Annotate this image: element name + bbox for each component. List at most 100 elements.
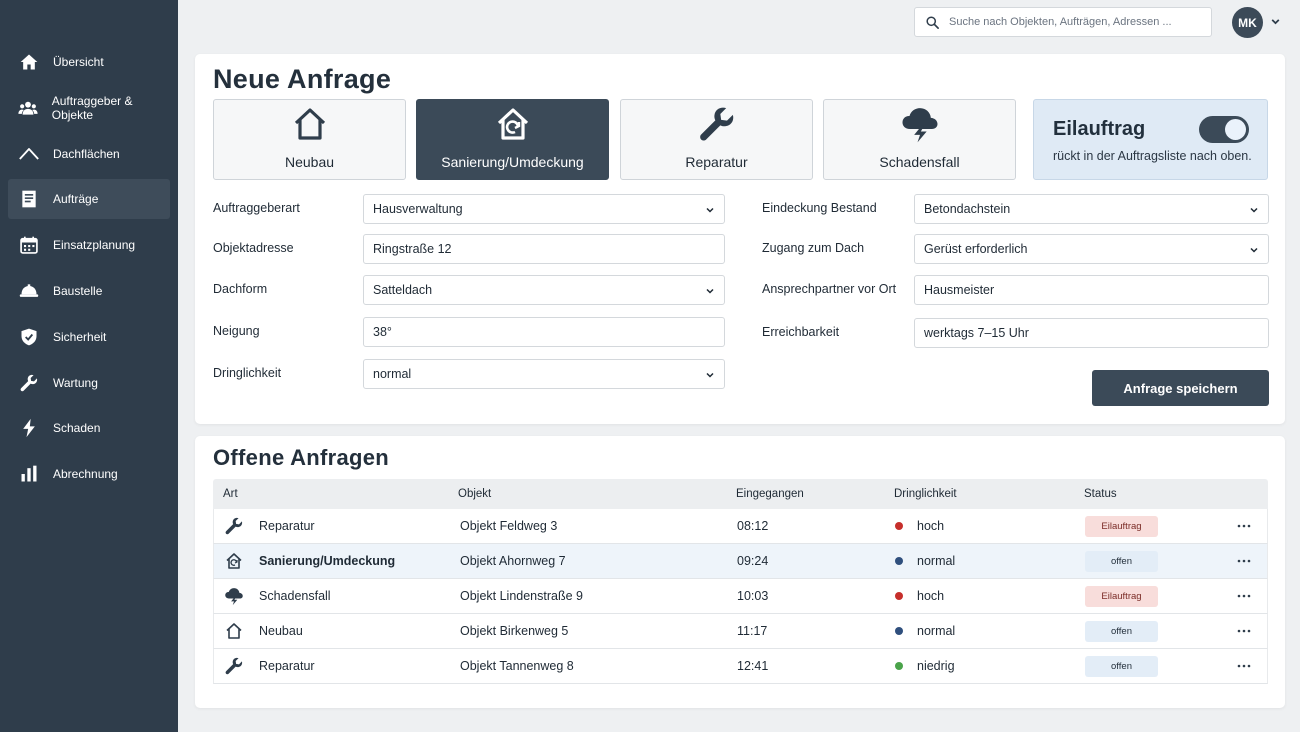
- dringlichkeit-select[interactable]: normal: [363, 359, 725, 389]
- eindeckung-bestand-select[interactable]: Betondachstein: [914, 194, 1269, 224]
- request-object: Objekt Feldweg 3: [460, 519, 558, 533]
- document-icon: [18, 188, 40, 210]
- type-tile-sanierung-umdeckung[interactable]: Sanierung/Umdeckung: [416, 99, 609, 180]
- sidebar-item-baustelle[interactable]: Baustelle: [8, 271, 170, 311]
- urgency-dot: [895, 662, 903, 670]
- select-value: Satteldach: [373, 283, 433, 297]
- sidebar: Übersicht Auftraggeber & Objekte Dachfläch…: [0, 0, 178, 732]
- avatar[interactable]: MK: [1232, 7, 1263, 38]
- type-tile-label: Schadensfall: [879, 154, 960, 170]
- sidebar-item-label: Auftraggeber & Objekte: [51, 93, 133, 122]
- neigung-field[interactable]: [363, 317, 725, 347]
- type-tile-label: Sanierung/Umdeckung: [441, 154, 584, 170]
- chevron-down-icon: [1250, 207, 1258, 213]
- type-tile-reparatur[interactable]: Reparatur: [620, 99, 813, 180]
- urgency-label: hoch: [917, 589, 945, 603]
- table-row[interactable]: Neubau Objekt Birkenweg 5 11:17 normal offen: [213, 614, 1268, 649]
- status-badge: offen: [1085, 551, 1158, 572]
- neigung-input[interactable]: [373, 325, 724, 339]
- sidebar-item-label: Wartung: [53, 375, 98, 390]
- more-options-icon[interactable]: [1236, 624, 1252, 638]
- sidebar-item-label: Übersicht: [53, 55, 104, 69]
- house-renovate-icon: [493, 104, 533, 154]
- sidebar-item-label: Abrechnung: [53, 467, 118, 482]
- wrench-icon: [697, 104, 737, 154]
- field-label: Dachform: [213, 282, 268, 296]
- requests-table: Art Objekt Eingegangen Dringlichkeit Status …: [213, 479, 1268, 684]
- save-request-button[interactable]: Anfrage speichern: [1092, 370, 1269, 406]
- open-requests-card: Offene Anfragen Art Objekt Eingegangen Drin…: [195, 436, 1285, 708]
- objektadresse-field[interactable]: [363, 234, 725, 264]
- sidebar-item-aufträge[interactable]: Aufträge: [8, 179, 170, 220]
- search-box[interactable]: [914, 7, 1212, 37]
- page-title: Neue Anfrage: [213, 64, 392, 94]
- sidebar-item-einsatzplanung[interactable]: Einsatzplanung: [8, 225, 170, 265]
- zugang-zum-dach-select[interactable]: Gerüst erforderlich: [914, 234, 1269, 264]
- type-tile-label: Neubau: [284, 154, 335, 170]
- search-input[interactable]: [949, 16, 1199, 28]
- more-options-icon[interactable]: [1236, 589, 1252, 603]
- more-options-icon[interactable]: [1236, 554, 1252, 568]
- chevron-down-icon[interactable]: [1270, 16, 1281, 27]
- more-options-icon[interactable]: [1236, 659, 1252, 673]
- ansprechpartner-vor-ort-input[interactable]: [924, 283, 1268, 297]
- table-row[interactable]: Reparatur Objekt Tannenweg 8 12:41 niedrig o…: [213, 649, 1268, 684]
- sidebar-item-label: Dachflächen: [53, 146, 120, 161]
- field-label: Eindeckung Bestand: [762, 201, 877, 215]
- field-label: Objektadresse: [213, 241, 294, 255]
- erreichbarkeit-field[interactable]: [914, 318, 1269, 348]
- objektadresse-input[interactable]: [373, 242, 724, 256]
- sidebar-item-auftraggeber-objekte[interactable]: Auftraggeber & Objekte: [8, 88, 170, 128]
- field-label: Erreichbarkeit: [762, 325, 840, 339]
- house-icon: [224, 621, 244, 641]
- type-tile-label: Reparatur: [685, 154, 748, 170]
- rush-description: rückt in der Auftragsliste nach oben.: [1053, 149, 1252, 163]
- table-row[interactable]: Reparatur Objekt Feldweg 3 08:12 hoch Eilauf…: [213, 509, 1268, 544]
- type-tile-schadensfall[interactable]: Schadensfall: [823, 99, 1016, 180]
- helmet-icon: [18, 280, 40, 302]
- urgency-dot: [895, 592, 903, 600]
- column-header: Status: [1084, 488, 1117, 500]
- field-label: Ansprechpartner vor Ort: [762, 282, 897, 296]
- sidebar-item-label: Einsatzplanung: [53, 238, 136, 253]
- urgency-dot: [895, 557, 903, 565]
- rush-title: Eilauftrag: [1053, 118, 1146, 140]
- sidebar-item-abrechnung[interactable]: Abrechnung: [8, 454, 170, 494]
- status-badge: Eilauftrag: [1085, 516, 1158, 537]
- calendar-icon: [18, 234, 40, 256]
- sidebar-item-label: Baustelle: [53, 283, 103, 298]
- home-icon: [18, 51, 40, 73]
- sidebar-item-label: Aufträge: [53, 192, 99, 207]
- request-object: Objekt Lindenstraße 9: [460, 589, 583, 603]
- ansprechpartner-vor-ort-field[interactable]: [914, 275, 1269, 305]
- sidebar-item-schaden[interactable]: Schaden: [8, 408, 170, 448]
- request-type: Neubau: [259, 624, 303, 638]
- rush-toggle[interactable]: [1199, 116, 1249, 143]
- auftraggeberart-select[interactable]: Hausverwaltung: [363, 194, 725, 224]
- table-row[interactable]: Sanierung/Umdeckung Objekt Ahornweg 7 09:2…: [213, 544, 1268, 579]
- table-row[interactable]: Schadensfall Objekt Lindenstraße 9 10:03 ho…: [213, 579, 1268, 614]
- request-type: Reparatur: [259, 659, 315, 673]
- select-value: Gerüst erforderlich: [924, 242, 1028, 256]
- sidebar-item-sicherheit[interactable]: Sicherheit: [8, 317, 170, 357]
- more-options-icon[interactable]: [1236, 519, 1252, 533]
- erreichbarkeit-input[interactable]: [924, 326, 1268, 340]
- request-object: Objekt Birkenweg 5: [460, 624, 569, 638]
- field-label: Neigung: [213, 324, 260, 338]
- request-type: Reparatur: [259, 519, 315, 533]
- dachform-select[interactable]: Satteldach: [363, 275, 725, 305]
- field-label: Zugang zum Dach: [762, 241, 865, 255]
- wrench-icon: [224, 516, 244, 536]
- chevron-down-icon: [706, 288, 714, 294]
- chevron-down-icon: [706, 207, 714, 213]
- urgency-label: hoch: [917, 519, 945, 533]
- status-badge: Eilauftrag: [1085, 586, 1158, 607]
- sidebar-item-dachflächen[interactable]: Dachflächen: [8, 134, 170, 174]
- field-label: Auftraggeberart: [213, 201, 300, 215]
- type-tile-neubau[interactable]: Neubau: [213, 99, 406, 180]
- storm-cloud-icon: [224, 586, 244, 606]
- sidebar-item-wartung[interactable]: Wartung: [8, 363, 170, 403]
- sidebar-item-übersicht[interactable]: Übersicht: [8, 42, 170, 82]
- status-badge: offen: [1085, 656, 1158, 677]
- rush-order-panel: Eilauftrag rückt in der Auftragsliste na…: [1033, 99, 1268, 180]
